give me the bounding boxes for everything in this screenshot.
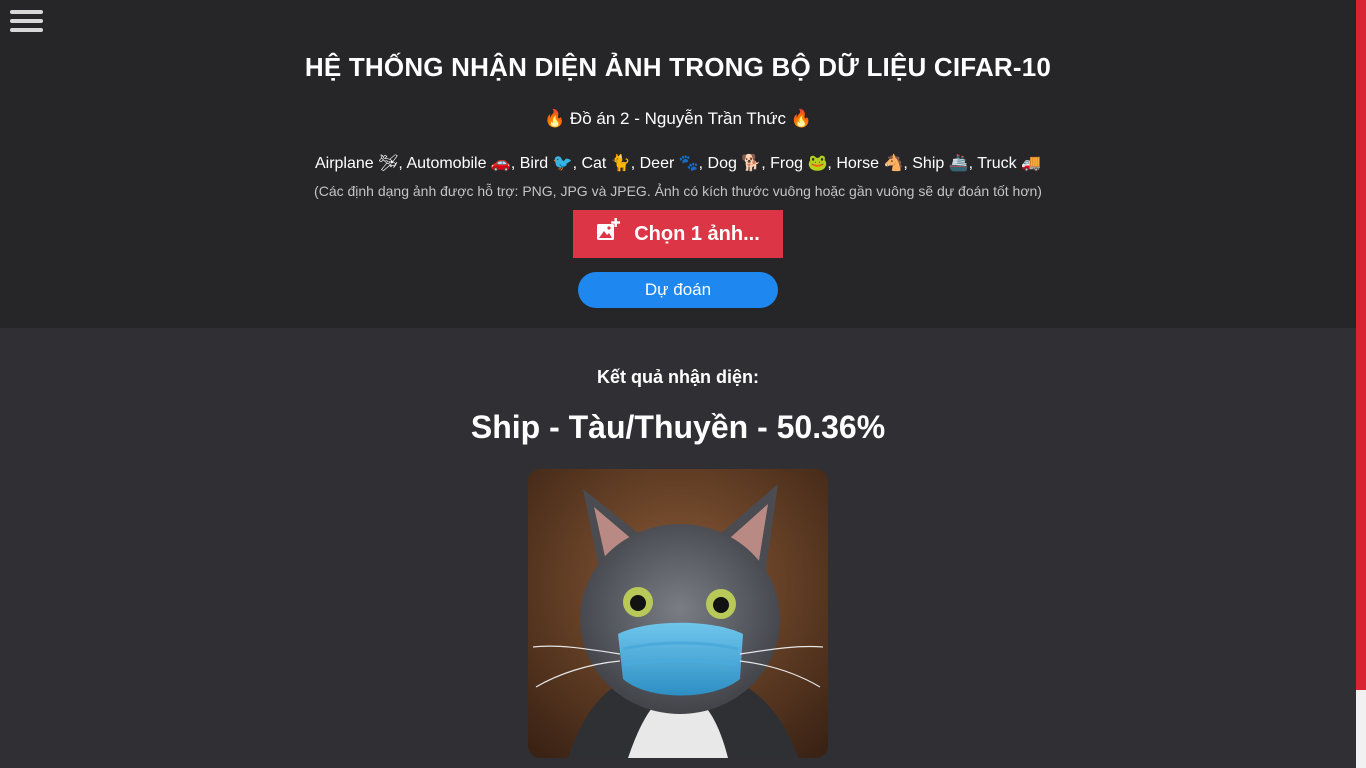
header: HỆ THỐNG NHẬN DIỆN ẢNH TRONG BỘ DỮ LIỆU … xyxy=(0,0,1356,328)
uploaded-image xyxy=(528,469,828,758)
result-label: Kết quả nhận diện: xyxy=(597,367,759,387)
page-title: HỆ THỐNG NHẬN DIỆN ẢNH TRONG BỘ DỮ LIỆU … xyxy=(304,52,1052,82)
scrollbar-thumb[interactable] xyxy=(1356,0,1366,690)
page-subtitle: 🔥 Đồ án 2 - Nguyễn Trần Thức 🔥 xyxy=(544,109,812,128)
predict-button[interactable]: Dự đoán xyxy=(578,272,778,308)
result-value: Ship - Tàu/Thuyền - 50.36% xyxy=(470,409,886,445)
choose-image-label: Chọn 1 ảnh... xyxy=(634,222,760,245)
predict-label: Dự đoán xyxy=(644,280,712,299)
hamburger-menu-icon[interactable] xyxy=(10,10,43,33)
page: HỆ THỐNG NHẬN DIỆN ẢNH TRONG BỘ DỮ LIỆU … xyxy=(0,0,1366,768)
class-list: Airplane 🛩, Automobile 🚗, Bird 🐦, Cat 🐈,… xyxy=(314,155,1042,172)
choose-image-button[interactable]: Chọn 1 ảnh... xyxy=(573,210,783,258)
format-note: (Các định dạng ảnh được hỗ trợ: PNG, JPG… xyxy=(314,183,1042,199)
add-image-icon xyxy=(597,218,621,240)
